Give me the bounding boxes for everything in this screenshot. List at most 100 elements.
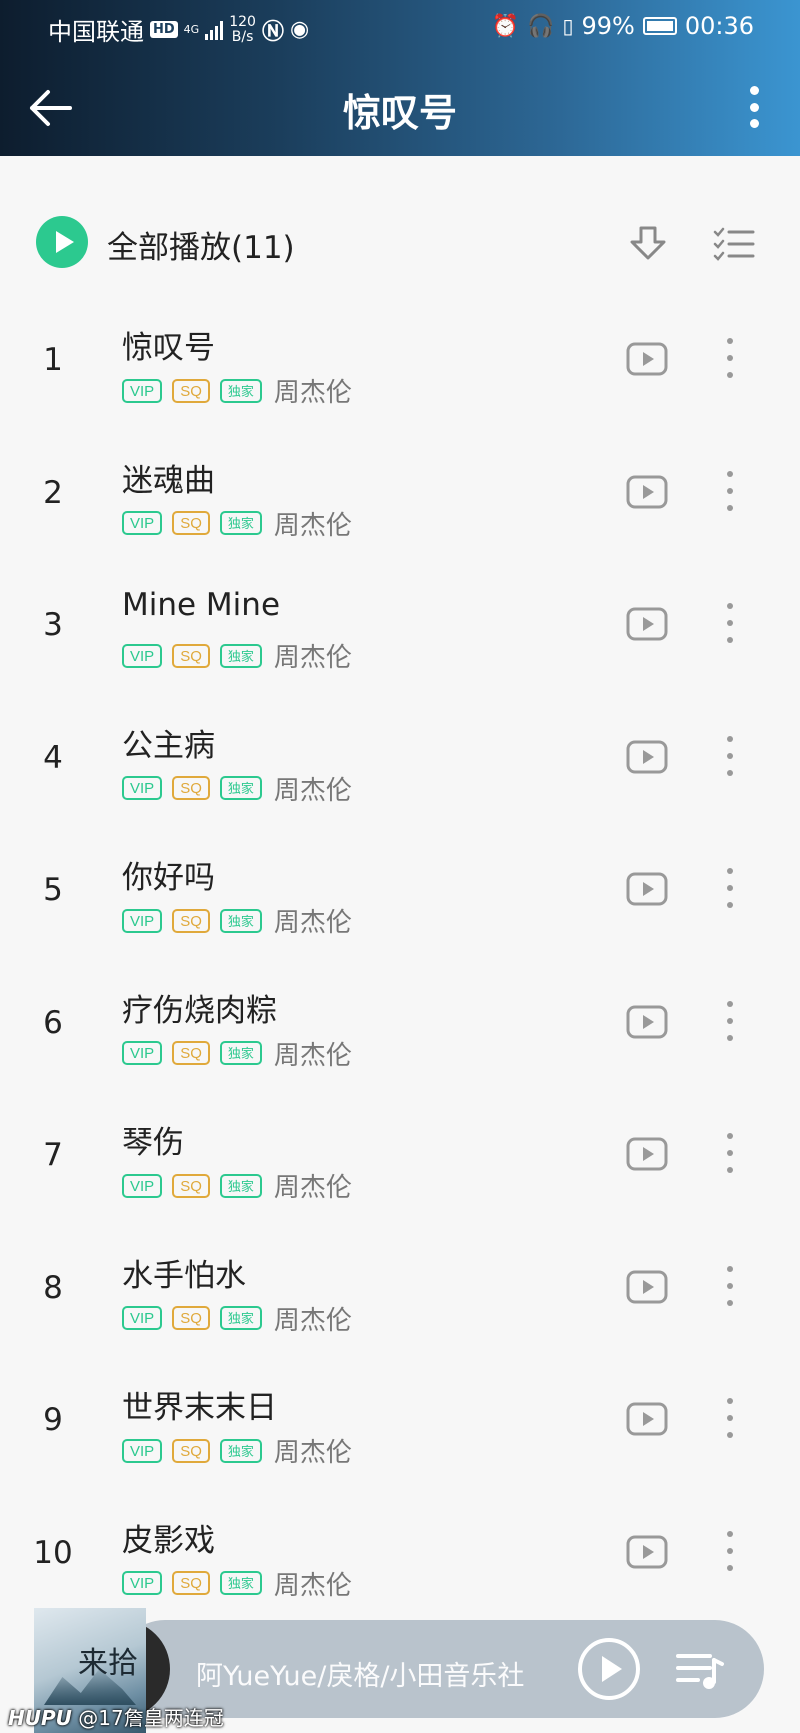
net-speed: 120 B/s <box>229 13 256 45</box>
nfc-icon: Ⓝ <box>261 19 284 45</box>
nav-bar: 惊叹号 <box>0 72 800 142</box>
vip-badge: VIP <box>122 378 163 403</box>
clock: 00:36 <box>684 12 754 40</box>
mv-play-icon[interactable] <box>626 1137 668 1171</box>
play-all-icon[interactable] <box>36 216 88 268</box>
sq-badge: SQ <box>172 1041 210 1065</box>
song-list: 1 惊叹号 VIP SQ 独家 周杰伦 2 迷魂曲 VIP SQ 独家 周杰伦 3 Mine Mine VI… <box>0 300 800 1625</box>
song-index: 3 <box>43 607 63 643</box>
now-playing-text[interactable]: 阿YueYue/戾格/小田音乐社 <box>196 1654 536 1693</box>
sq-badge: SQ <box>172 776 210 800</box>
song-title[interactable]: 疗伤烧肉粽 <box>122 985 277 1030</box>
playlist-icon[interactable] <box>676 1648 726 1692</box>
song-meta: VIP SQ 独家 周杰伦 <box>122 372 352 409</box>
headphone-icon: 🎧 <box>527 13 555 39</box>
song-row[interactable]: 1 惊叹号 VIP SQ 独家 周杰伦 <box>0 300 800 433</box>
download-icon[interactable] <box>628 224 668 264</box>
mv-play-icon[interactable] <box>626 740 668 774</box>
song-more-icon[interactable] <box>724 1133 736 1173</box>
song-row[interactable]: 6 疗伤烧肉粽 VIP SQ 独家 周杰伦 <box>0 963 800 1096</box>
song-title[interactable]: 世界末末日 <box>122 1382 277 1427</box>
exclusive-badge: 独家 <box>219 776 262 800</box>
sq-badge: SQ <box>172 908 210 933</box>
exclusive-badge: 独家 <box>219 643 262 668</box>
watermark: HUPU @17詹皇两连冠 <box>8 1706 224 1730</box>
song-artist: 周杰伦 <box>273 643 352 673</box>
song-more-icon[interactable] <box>724 1398 736 1438</box>
song-row[interactable]: 10 皮影戏 VIP SQ 独家 周杰伦 <box>0 1493 800 1626</box>
mv-play-icon[interactable] <box>626 872 668 906</box>
song-more-icon[interactable] <box>724 1000 736 1041</box>
cover-text: 来拾 <box>78 1646 138 1681</box>
exclusive-badge: 独家 <box>219 378 262 403</box>
multi-select-icon[interactable] <box>713 226 755 262</box>
exclusive-badge: 独家 <box>219 1571 262 1595</box>
song-row[interactable]: 7 琴伤 VIP SQ 独家 周杰伦 <box>0 1095 800 1228</box>
song-meta: VIP SQ 独家 周杰伦 <box>122 1035 352 1072</box>
song-more-icon[interactable] <box>724 868 736 908</box>
song-row[interactable]: 8 水手怕水 VIP SQ 独家 周杰伦 <box>0 1228 800 1361</box>
vip-badge: VIP <box>122 1438 163 1463</box>
exclusive-badge: 独家 <box>219 1306 262 1330</box>
song-index: 2 <box>43 474 63 511</box>
song-title[interactable]: 水手怕水 <box>122 1250 246 1295</box>
song-row[interactable]: 5 你好吗 VIP SQ 独家 周杰伦 <box>0 830 800 963</box>
song-more-icon[interactable] <box>724 338 736 378</box>
song-meta: VIP SQ 独家 周杰伦 <box>122 1167 352 1204</box>
song-row[interactable]: 9 世界末末日 VIP SQ 独家 周杰伦 <box>0 1360 800 1493</box>
mv-play-icon[interactable] <box>626 475 668 509</box>
song-more-icon[interactable] <box>724 1265 736 1306</box>
mv-play-icon[interactable] <box>626 1005 668 1039</box>
play-all-label[interactable]: 全部播放(11) <box>107 222 295 267</box>
mv-play-icon[interactable] <box>626 342 668 376</box>
signal-icon <box>205 20 224 40</box>
vip-badge: VIP <box>122 908 163 933</box>
song-index: 10 <box>33 1534 73 1571</box>
song-title[interactable]: 琴伤 <box>122 1117 184 1162</box>
song-row[interactable]: 2 迷魂曲 VIP SQ 独家 周杰伦 <box>0 433 800 566</box>
battery-percent: 99% <box>581 12 635 40</box>
song-more-icon[interactable] <box>724 1530 736 1571</box>
song-index: 6 <box>43 1004 63 1041</box>
song-artist: 周杰伦 <box>273 775 352 806</box>
song-title[interactable]: 公主病 <box>122 720 215 765</box>
mv-play-icon[interactable] <box>626 1270 668 1304</box>
song-index: 7 <box>43 1137 63 1173</box>
battery-icon <box>642 17 677 35</box>
alarm-icon: ⏰ <box>491 13 520 39</box>
vip-badge: VIP <box>122 1571 163 1595</box>
song-row[interactable]: 3 Mine Mine VIP SQ 独家 周杰伦 <box>0 565 800 698</box>
song-title[interactable]: Mine Mine <box>122 587 280 623</box>
song-title[interactable]: 惊叹号 <box>122 322 215 367</box>
song-artist: 周杰伦 <box>273 1570 352 1601</box>
song-artist: 周杰伦 <box>273 1305 352 1336</box>
mv-play-icon[interactable] <box>626 1402 668 1436</box>
song-more-icon[interactable] <box>724 603 736 643</box>
song-meta: VIP SQ 独家 周杰伦 <box>122 1565 352 1602</box>
vip-badge: VIP <box>122 511 163 535</box>
vip-badge: VIP <box>122 776 163 800</box>
exclusive-badge: 独家 <box>219 1041 262 1065</box>
song-artist: 周杰伦 <box>273 1040 352 1071</box>
sq-badge: SQ <box>172 511 210 535</box>
more-vertical-icon[interactable] <box>748 86 760 128</box>
song-title[interactable]: 皮影戏 <box>122 1515 215 1560</box>
mv-play-icon[interactable] <box>626 1535 668 1569</box>
exclusive-badge: 独家 <box>219 1173 262 1198</box>
play-circle-icon[interactable] <box>578 1638 640 1700</box>
mv-play-icon[interactable] <box>626 607 668 641</box>
song-row[interactable]: 4 公主病 VIP SQ 独家 周杰伦 <box>0 698 800 831</box>
song-title[interactable]: 迷魂曲 <box>122 455 215 500</box>
play-all-row[interactable]: 全部播放(11) <box>0 210 800 280</box>
sq-badge: SQ <box>172 378 210 403</box>
vibrate-icon: ▯ <box>562 14 574 38</box>
sq-badge: SQ <box>172 643 210 668</box>
song-more-icon[interactable] <box>724 735 736 776</box>
song-title[interactable]: 你好吗 <box>122 852 215 897</box>
song-index: 9 <box>43 1402 63 1438</box>
song-more-icon[interactable] <box>724 470 736 511</box>
sq-badge: SQ <box>172 1571 210 1595</box>
page-title: 惊叹号 <box>342 91 457 135</box>
song-meta: VIP SQ 独家 周杰伦 <box>122 1300 352 1337</box>
sq-badge: SQ <box>172 1306 210 1330</box>
